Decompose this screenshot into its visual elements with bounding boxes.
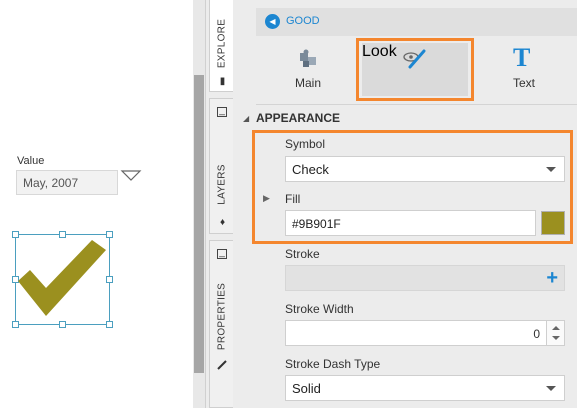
expand-triangle-icon[interactable]: ▶ (263, 193, 270, 204)
back-arrow-icon[interactable]: ◀ (265, 14, 280, 29)
tab-layers-label: LAYERS (216, 164, 227, 205)
tab-text[interactable]: T Text (469, 38, 577, 96)
tab-properties[interactable]: _ PROPERTIES (209, 240, 234, 408)
tab-explore[interactable]: EXPLORE ▮ (209, 0, 234, 92)
panel-title[interactable]: GOOD (286, 15, 320, 27)
stepper-up-icon[interactable] (552, 326, 560, 330)
text-icon: T (513, 43, 531, 72)
stroke-dash-select[interactable]: Solid (285, 375, 565, 401)
symbol-label: Symbol (285, 137, 326, 151)
fill-color-swatch[interactable] (541, 211, 565, 235)
resize-handle[interactable] (12, 321, 19, 328)
stroke-field: + (285, 265, 565, 291)
minimize-icon: _ (217, 106, 227, 117)
stroke-width-stepper[interactable] (547, 320, 565, 346)
symbol-select-value: Check (292, 162, 329, 177)
minimize-icon: _ (217, 248, 227, 259)
tab-main-label: Main (294, 76, 321, 90)
tab-look[interactable]: Look (362, 43, 468, 96)
puzzle-icon (300, 49, 316, 67)
stroke-label: Stroke (285, 247, 320, 261)
symbol-select[interactable]: Check (285, 156, 565, 182)
tab-explore-label: EXPLORE (216, 18, 227, 69)
collapse-triangle-icon[interactable]: ◢ (243, 114, 249, 123)
eye-brush-icon (403, 49, 426, 69)
bars-icon: ▮ (219, 76, 226, 87)
stepper-down-icon[interactable] (552, 336, 560, 340)
dropdown-triangle-icon[interactable] (120, 168, 142, 184)
fill-color-input[interactable]: #9B901F (285, 210, 536, 236)
check-symbol-icon[interactable] (16, 236, 108, 322)
tab-main[interactable]: Main (253, 38, 363, 96)
dashboard-canvas: Value May, 2007 (0, 0, 193, 408)
section-appearance-title: APPEARANCE (256, 111, 341, 125)
value-label: Value (17, 155, 45, 167)
stroke-dash-label: Stroke Dash Type (285, 357, 381, 371)
resize-handle[interactable] (59, 321, 66, 328)
tab-text-label: Text (512, 76, 535, 90)
panel-header: ◀ GOOD (256, 8, 577, 36)
resize-handle[interactable] (106, 321, 113, 328)
vertical-tab-strip: EXPLORE ▮ _ LAYERS ♦ _ PROPERTIES (205, 0, 234, 408)
panel-divider (256, 104, 577, 105)
stroke-width-label: Stroke Width (285, 302, 354, 316)
value-field[interactable]: May, 2007 (16, 170, 118, 195)
chevron-down-icon (546, 167, 556, 172)
brush-icon (217, 360, 227, 370)
stroke-dash-select-value: Solid (292, 381, 321, 396)
properties-panel: ◀ GOOD Main Look T Text ◢ APPEARANCE Sym… (233, 0, 577, 408)
plus-icon[interactable]: + (546, 267, 558, 289)
layers-icon: ♦ (219, 217, 226, 228)
chevron-down-icon (546, 386, 556, 391)
fill-label: Fill (285, 192, 301, 206)
tab-layers[interactable]: _ LAYERS ♦ (209, 98, 234, 234)
canvas-scrollbar-thumb[interactable] (194, 75, 204, 373)
stroke-width-input[interactable]: 0 (285, 320, 547, 346)
tab-look-label: Look (362, 43, 397, 60)
tab-properties-label: PROPERTIES (216, 282, 227, 351)
app-root: Value May, 2007 EXPLORE ▮ _ LAYERS ♦ _ P… (0, 0, 577, 408)
